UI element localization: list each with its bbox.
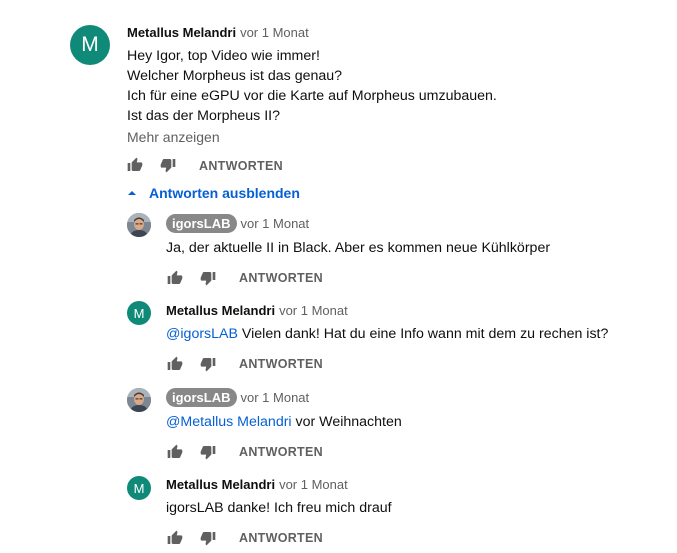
reply-body: vor Weihnachten <box>291 414 402 430</box>
thumb-up-icon <box>167 356 183 372</box>
dislike-button[interactable] <box>200 444 216 460</box>
user-photo <box>127 388 151 412</box>
thumb-down-icon <box>160 157 176 173</box>
reply-text: Ja, der aktuelle II in Black. Aber es ko… <box>166 238 550 258</box>
hide-replies-label: Antworten ausblenden <box>149 185 300 201</box>
channel-owner-badge[interactable]: igorsLAB <box>166 388 237 407</box>
like-button[interactable] <box>167 270 183 286</box>
reply-body: Vielen dank! Hat du eine Info wann mit d… <box>237 326 609 342</box>
author-avatar[interactable]: M <box>127 301 151 325</box>
author-name[interactable]: Metallus Melandri <box>166 303 275 318</box>
author-name[interactable]: Metallus Melandri <box>166 477 275 492</box>
comment-timestamp[interactable]: vor 1 Monat <box>240 25 309 40</box>
comment-timestamp[interactable]: vor 1 Monat <box>241 216 310 231</box>
thumb-down-icon <box>200 270 216 286</box>
reply-button[interactable]: ANTWORTEN <box>239 357 323 371</box>
chevron-up-icon <box>128 191 136 195</box>
avatar-letter: M <box>133 305 145 321</box>
thumb-up-icon <box>167 270 183 286</box>
author-avatar[interactable] <box>127 388 151 412</box>
reply-text: @Metallus Melandri vor Weihnachten <box>166 412 402 432</box>
thumb-up-icon <box>167 444 183 460</box>
thumb-down-icon <box>200 356 216 372</box>
reply-header: Metallus Melandri vor 1 Monat <box>166 303 348 318</box>
reply-button[interactable]: ANTWORTEN <box>239 445 323 459</box>
avatar-letter: M <box>133 480 145 496</box>
reply-header: Metallus Melandri vor 1 Monat <box>166 477 348 492</box>
author-name[interactable]: Metallus Melandri <box>127 25 236 40</box>
dislike-button[interactable] <box>200 270 216 286</box>
author-avatar[interactable] <box>127 213 151 237</box>
hide-replies-toggle[interactable]: Antworten ausblenden <box>127 185 300 201</box>
reply-text: @igorsLAB Vielen dank! Hat du eine Info … <box>166 324 608 344</box>
show-more-button[interactable]: Mehr anzeigen <box>127 129 220 145</box>
avatar-letter: M <box>81 33 99 56</box>
reply-header: igorsLAB vor 1 Monat <box>166 388 309 407</box>
thumb-up-icon <box>127 157 143 173</box>
like-button[interactable] <box>167 444 183 460</box>
comment-text: Hey Igor, top Video wie immer! Welcher M… <box>127 46 497 126</box>
mention-link[interactable]: @igorsLAB <box>166 326 238 342</box>
comment-line: Ist das der Morpheus II? <box>127 108 280 124</box>
reply-header: igorsLAB vor 1 Monat <box>166 214 309 233</box>
dislike-button[interactable] <box>200 356 216 372</box>
reply-text: igorsLAB danke! Ich freu mich drauf <box>166 498 392 518</box>
dislike-button[interactable] <box>160 157 176 173</box>
thumb-down-icon <box>200 444 216 460</box>
comment-line: Welcher Morpheus ist das genau? <box>127 68 343 84</box>
thumb-up-icon <box>167 530 183 546</box>
reply-button[interactable]: ANTWORTEN <box>239 531 323 545</box>
channel-owner-badge[interactable]: igorsLAB <box>166 214 237 233</box>
comment-timestamp[interactable]: vor 1 Monat <box>279 477 348 492</box>
like-button[interactable] <box>127 157 143 173</box>
comment-line: Hey Igor, top Video wie immer! <box>127 48 320 64</box>
thumb-down-icon <box>200 530 216 546</box>
comment-timestamp[interactable]: vor 1 Monat <box>241 390 310 405</box>
comment-line: Ich für eine eGPU vor die Karte auf Morp… <box>127 88 497 104</box>
reply-body: Ja, der aktuelle II in Black. Aber es ko… <box>166 240 551 256</box>
author-avatar[interactable]: M <box>70 25 110 65</box>
author-avatar[interactable]: M <box>127 476 151 500</box>
reply-body: igorsLAB danke! Ich freu mich drauf <box>166 500 392 516</box>
mention-link[interactable]: @Metallus Melandri <box>166 414 292 430</box>
like-button[interactable] <box>167 530 183 546</box>
dislike-button[interactable] <box>200 530 216 546</box>
like-button[interactable] <box>167 356 183 372</box>
user-photo <box>127 213 151 237</box>
reply-button[interactable]: ANTWORTEN <box>239 271 323 285</box>
reply-button[interactable]: ANTWORTEN <box>199 159 283 173</box>
comment-timestamp[interactable]: vor 1 Monat <box>279 303 348 318</box>
comment-header: Metallus Melandri vor 1 Monat <box>127 25 309 40</box>
